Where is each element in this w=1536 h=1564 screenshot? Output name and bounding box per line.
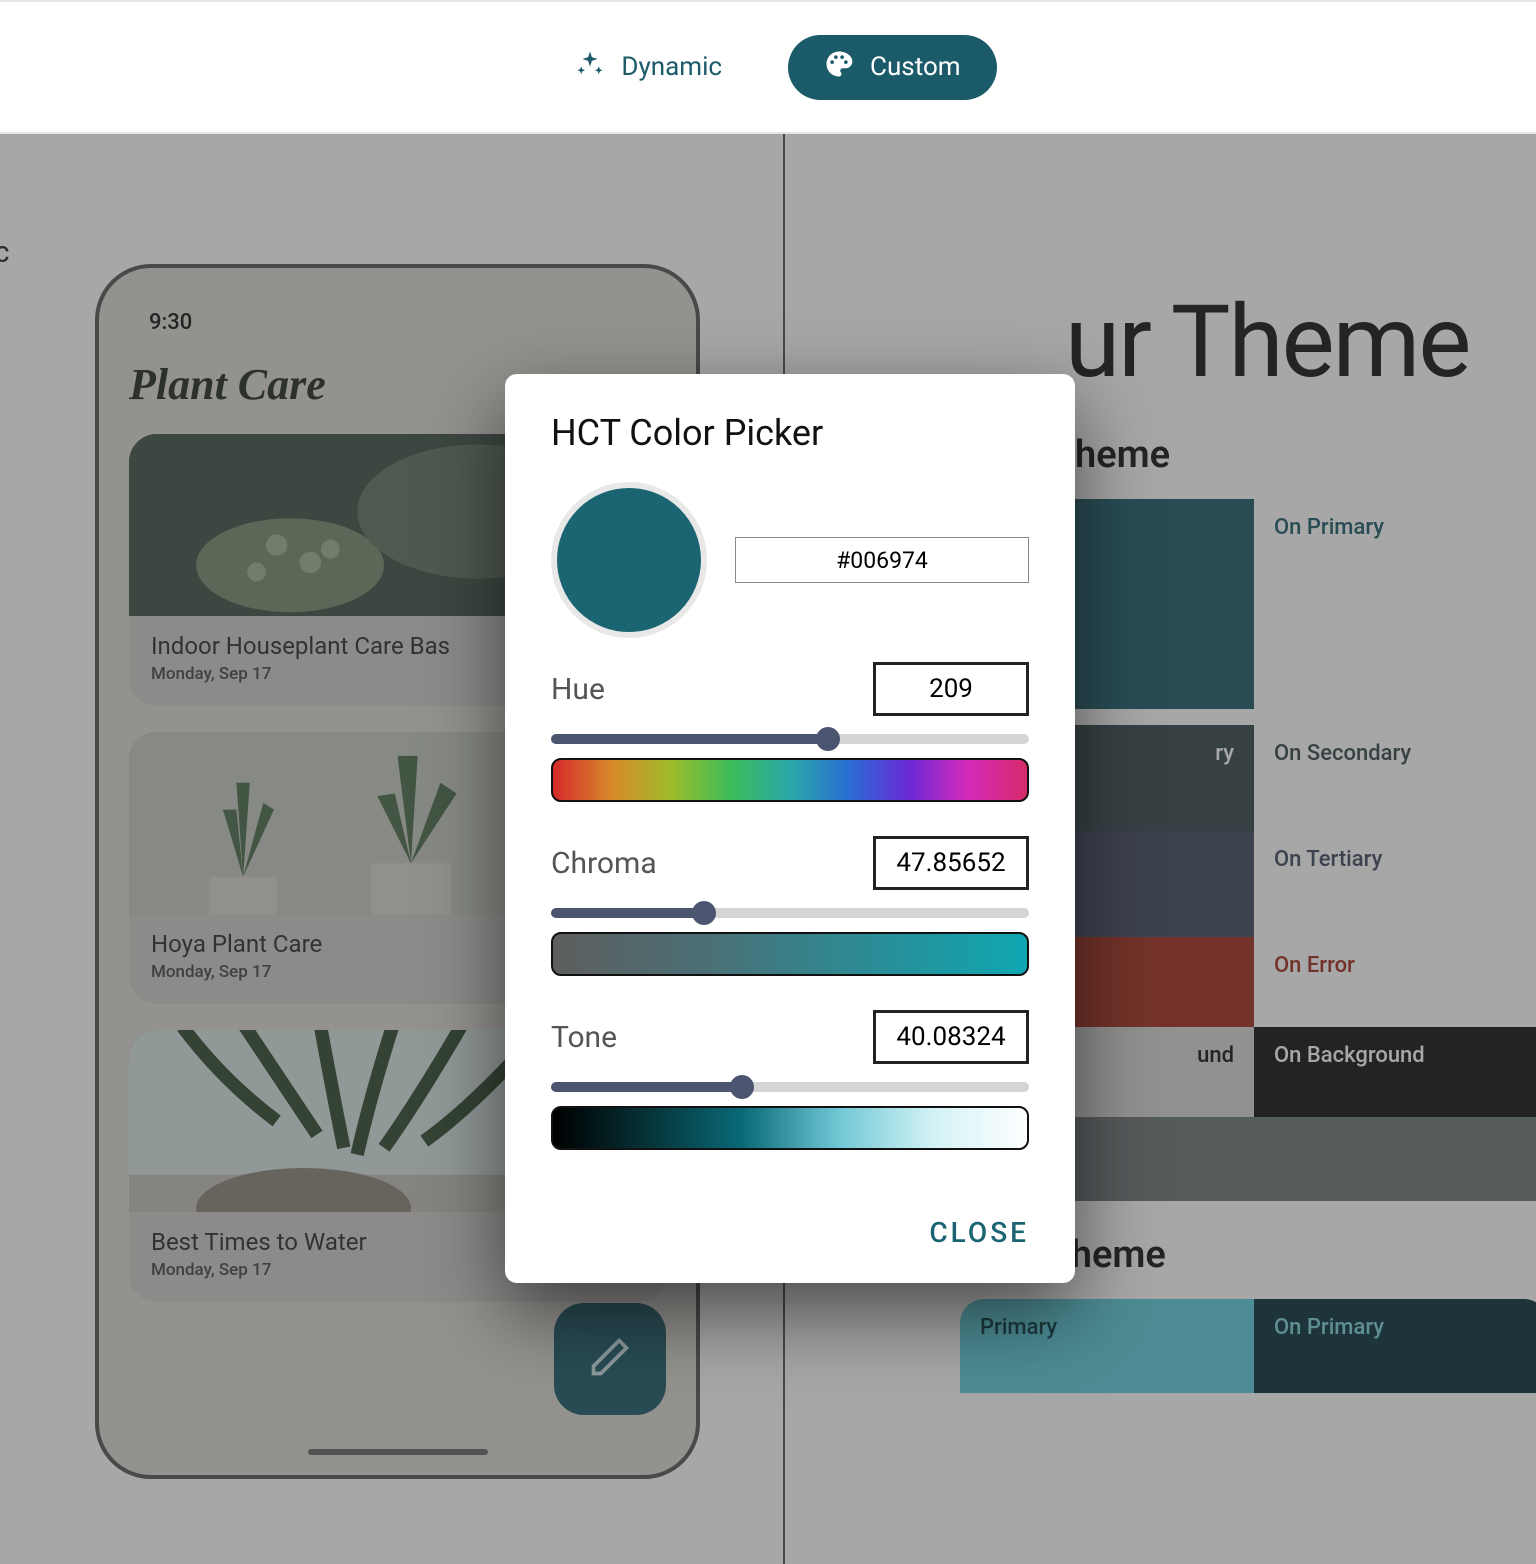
tab-custom-label: Custom: [870, 52, 961, 82]
hue-slider[interactable]: [551, 734, 1029, 744]
tab-bar: Dynamic Custom: [0, 0, 1536, 134]
tone-slider[interactable]: [551, 1082, 1029, 1092]
chroma-label: Chroma: [551, 846, 657, 881]
tab-dynamic-label: Dynamic: [621, 52, 722, 82]
tone-input[interactable]: [873, 1010, 1029, 1064]
chroma-input[interactable]: [873, 836, 1029, 890]
content-area: C 9:30 Plant Care Indoor Houseplant Care…: [0, 134, 1536, 1564]
chroma-gradient: [551, 932, 1029, 976]
hue-label: Hue: [551, 672, 605, 707]
tone-param: Tone: [551, 1010, 1029, 1150]
hue-gradient: [551, 758, 1029, 802]
dialog-title: HCT Color Picker: [551, 412, 1029, 454]
tone-label: Tone: [551, 1020, 617, 1055]
close-button[interactable]: CLOSE: [929, 1216, 1029, 1249]
hue-param: Hue: [551, 662, 1029, 802]
chroma-slider[interactable]: [551, 908, 1029, 918]
sparkle-icon: [575, 49, 605, 86]
hex-input[interactable]: [735, 537, 1029, 583]
hue-input[interactable]: [873, 662, 1029, 716]
tab-custom[interactable]: Custom: [788, 35, 997, 100]
color-swatch-circle[interactable]: [551, 482, 707, 638]
palette-icon: [824, 49, 854, 86]
chroma-param: Chroma: [551, 836, 1029, 976]
tone-gradient: [551, 1106, 1029, 1150]
tab-dynamic[interactable]: Dynamic: [539, 35, 758, 100]
hct-color-picker-dialog: HCT Color Picker Hue Chroma: [505, 374, 1075, 1283]
